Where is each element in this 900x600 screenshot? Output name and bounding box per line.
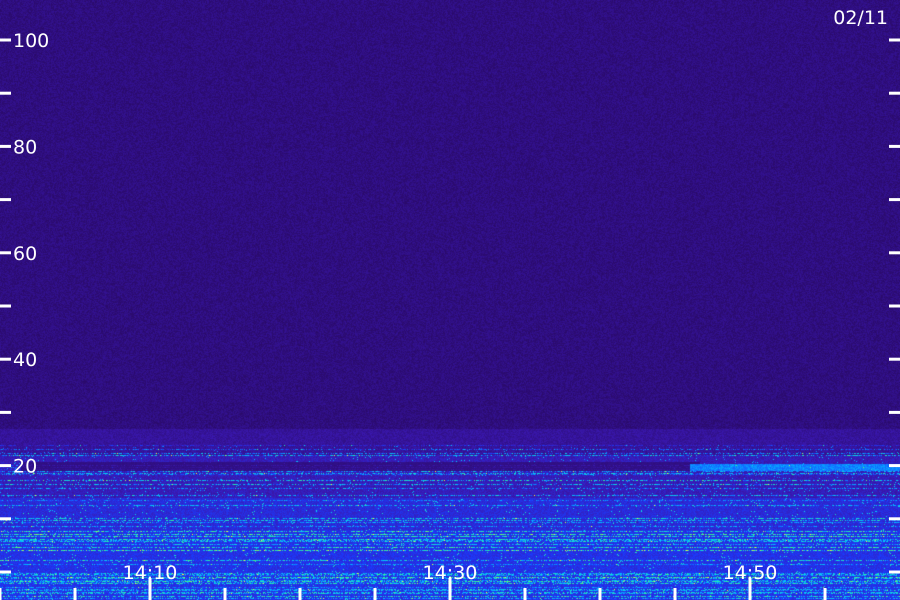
y-tick-label: 20 [13,456,37,478]
x-tick-label: 14:30 [423,562,478,584]
y-tick-label: 40 [13,349,37,371]
x-tick-label: 14:10 [123,562,178,584]
x-tick-label: 14:50 [723,562,778,584]
y-tick-label: 60 [13,243,37,265]
y-tick-label: 100 [13,30,49,52]
y-tick-label: 80 [13,136,37,158]
x-axis-ticks: 14:10 14:30 14:50 [0,562,827,600]
spectrogram-chart: 20 40 60 80 100 14:10 14:30 14:50 02/11 [0,0,900,600]
chart-overlay: 20 40 60 80 100 14:10 14:30 14:50 02/11 [0,7,900,600]
date-label: 02/11 [833,7,888,29]
y-axis-ticks: 20 40 60 80 100 [0,30,900,574]
